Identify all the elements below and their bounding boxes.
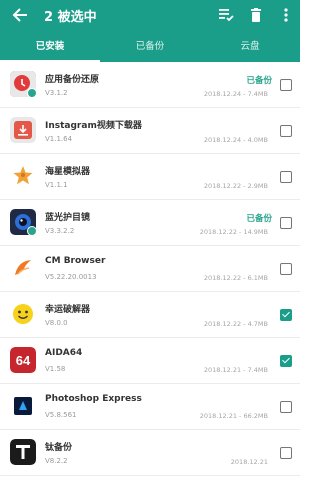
arrow-left-icon[interactable] — [8, 4, 32, 26]
app-name: 幸运破解器 — [45, 305, 91, 315]
app-name: Instagram视频下载器 — [45, 121, 142, 131]
row-checkbox[interactable] — [280, 401, 292, 413]
row-checkbox[interactable] — [280, 125, 292, 137]
app-version: V8.0.0 — [45, 319, 68, 327]
app-version: V3.1.2 — [45, 89, 68, 97]
list-item[interactable]: 幸运破解器 V8.0.0 2018.12.22 - 4.7MB — [0, 292, 300, 338]
app-name: CM Browser — [45, 256, 106, 266]
list-item[interactable]: 应用备份还原 V3.1.2 已备份 2018.12.24 - 7.4MB — [0, 62, 300, 108]
more-vertical-icon[interactable] — [274, 4, 298, 26]
app-version: V1.1.64 — [45, 135, 73, 143]
list-item[interactable]: CM Browser V5.22.20.0013 2018.12.22 - 6.… — [0, 246, 300, 292]
app-version: V1.1.1 — [45, 181, 68, 189]
selection-count-title: 2 被选中 — [44, 10, 97, 25]
row-checkbox[interactable] — [280, 447, 292, 459]
app-meta: 2018.12.22 - 6.1MB — [203, 274, 268, 282]
app-version: V3.3.2.2 — [45, 227, 75, 235]
app-meta: 2018.12.22 - 4.7MB — [203, 320, 268, 328]
row-checkbox[interactable] — [280, 355, 292, 367]
photoshop-express-icon — [10, 393, 36, 419]
row-checkbox[interactable] — [280, 171, 292, 183]
list-item[interactable]: 蓝光护目镜 V3.3.2.2 已备份 2018.12.22 - 14.9MB — [0, 200, 300, 246]
aida64-icon: 64 — [10, 347, 36, 373]
backup-status: 已备份 — [246, 76, 272, 86]
app-version: V8.2.2 — [45, 457, 68, 465]
titanium-backup-icon — [10, 439, 36, 465]
app-meta: 2018.12.21 - 66.2MB — [199, 412, 268, 420]
trash-icon[interactable] — [244, 4, 268, 26]
list-item[interactable]: 海星模拟器 V1.1.1 2018.12.22 - 2.9MB — [0, 154, 300, 200]
app-version: V5.8.561 — [45, 411, 77, 419]
backup-status: 已备份 — [246, 214, 272, 224]
app-meta: 2018.12.22 - 14.9MB — [199, 228, 268, 236]
lucky-patcher-icon — [10, 301, 36, 327]
app-meta: 2018.12.22 - 2.9MB — [203, 182, 268, 190]
row-checkbox[interactable] — [280, 79, 292, 91]
toolbar: 2 被选中 — [0, 0, 300, 30]
app-meta: 2018.12.24 - 4.0MB — [203, 136, 268, 144]
tab-cloud[interactable]: 云盘 — [200, 32, 300, 62]
app-name: 钛备份 — [45, 443, 73, 453]
instagram-downloader-icon — [10, 117, 36, 143]
app-name: 海星模拟器 — [45, 167, 91, 177]
list-item[interactable]: 64 AIDA64 V1.58 2018.12.21 - 7.4MB — [0, 338, 300, 384]
app-meta: 2018.12.21 — [230, 458, 268, 466]
bluelight-filter-icon — [10, 209, 37, 236]
app-version: V1.58 — [45, 365, 66, 373]
app-meta: 2018.12.24 - 7.4MB — [203, 90, 268, 98]
tab-installed[interactable]: 已安装 — [0, 32, 100, 62]
tab-bar: 已安装 已备份 云盘 — [0, 32, 300, 62]
tab-backed-up[interactable]: 已备份 — [100, 32, 200, 62]
app-name: AIDA64 — [45, 348, 83, 358]
row-checkbox[interactable] — [280, 263, 292, 275]
list-item[interactable]: 钛备份 V8.2.2 2018.12.21 — [0, 430, 300, 476]
app-meta: 2018.12.21 - 7.4MB — [203, 366, 268, 374]
select-all-icon[interactable] — [214, 4, 238, 26]
starfish-emulator-icon — [10, 163, 36, 189]
app-bar: 2 被选中 已安装 已备份 云盘 — [0, 0, 300, 62]
app-list: 应用备份还原 V3.1.2 已备份 2018.12.24 - 7.4MB Ins… — [0, 62, 300, 476]
app-name: Photoshop Express — [45, 394, 142, 404]
row-checkbox[interactable] — [280, 309, 292, 321]
list-item[interactable]: Instagram视频下载器 V1.1.64 2018.12.24 - 4.0M… — [0, 108, 300, 154]
app-backup-icon — [10, 71, 37, 98]
list-item[interactable]: Photoshop Express V5.8.561 2018.12.21 - … — [0, 384, 300, 430]
app-name: 应用备份还原 — [45, 75, 100, 85]
app-version: V5.22.20.0013 — [45, 273, 97, 281]
app-name: 蓝光护目镜 — [45, 213, 91, 223]
cm-browser-icon — [10, 255, 36, 281]
row-checkbox[interactable] — [280, 217, 292, 229]
svg-text:64: 64 — [16, 353, 31, 368]
